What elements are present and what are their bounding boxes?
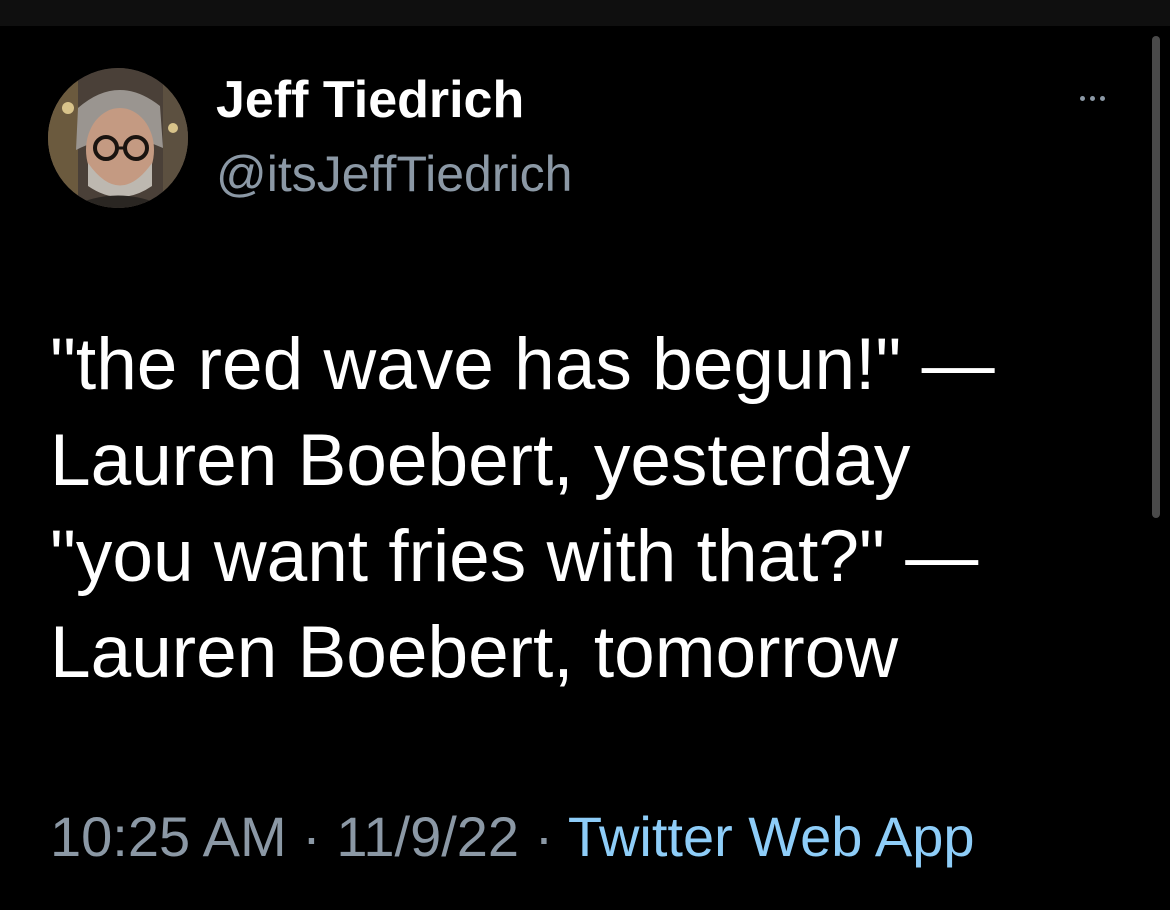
tweet-card: Jeff Tiedrich @itsJeffTiedrich "the red … (0, 26, 1170, 910)
tweet-line: Lauren Boebert, tomorrow (50, 612, 899, 693)
author-display-name[interactable]: Jeff Tiedrich (216, 70, 524, 130)
tweet-metadata: 10:25 AM · 11/9/22 · Twitter Web App (50, 802, 975, 872)
more-options-button[interactable] (1068, 84, 1116, 112)
avatar-photo (48, 68, 188, 208)
avatar[interactable] (48, 68, 188, 208)
author-handle[interactable]: @itsJeffTiedrich (216, 144, 572, 204)
scrollbar[interactable] (1152, 36, 1160, 518)
tweet-time[interactable]: 10:25 AM (50, 805, 287, 868)
top-bar (0, 0, 1170, 26)
ellipsis-icon (1079, 95, 1105, 101)
tweet-line: Lauren Boebert, yesterday (50, 420, 911, 501)
tweet-line: "the red wave has begun!" — (50, 324, 995, 405)
tweet-source-link[interactable]: Twitter Web App (568, 805, 975, 868)
tweet-line: "you want fries with that?" — (50, 516, 979, 597)
meta-separator: · (286, 805, 337, 868)
tweet-text: "the red wave has begun!" — Lauren Boebe… (50, 317, 1130, 701)
meta-separator: · (519, 805, 568, 868)
tweet-date[interactable]: 11/9/22 (336, 805, 519, 868)
